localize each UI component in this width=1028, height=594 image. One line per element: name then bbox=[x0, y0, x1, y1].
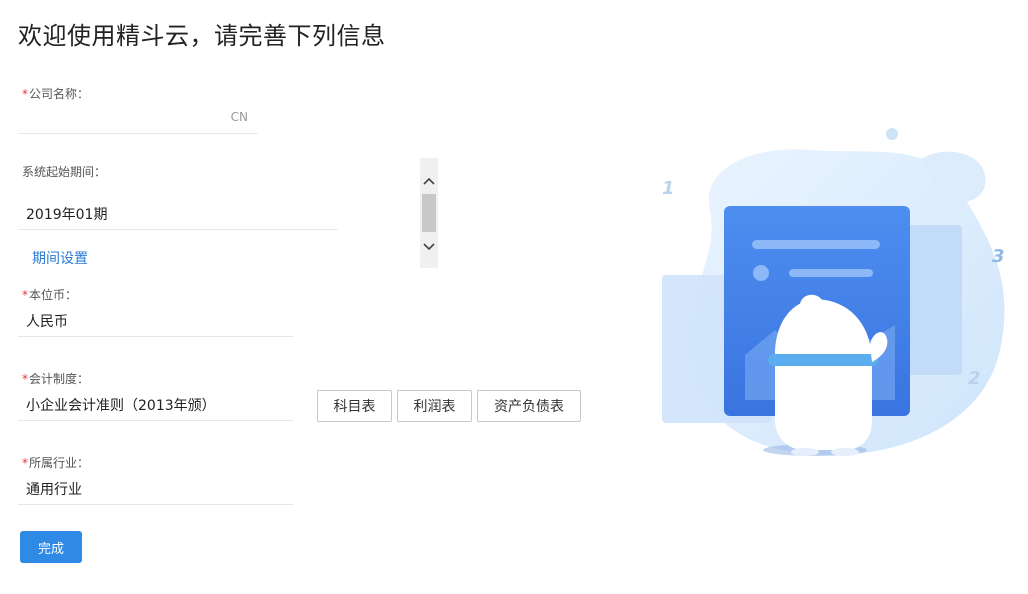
income-statement-button[interactable]: 利润表 bbox=[397, 390, 472, 422]
industry-label-text: 所属行业： bbox=[29, 456, 90, 470]
company-name-suffix: CN bbox=[230, 110, 248, 124]
mascot-illustration: 1 2 3 bbox=[640, 100, 1020, 480]
page-title: 欢迎使用精斗云，请完善下列信息 bbox=[18, 22, 386, 50]
industry-field[interactable]: 通用行业 bbox=[18, 473, 293, 505]
finish-button[interactable]: 完成 bbox=[20, 531, 82, 563]
scroll-down-icon[interactable] bbox=[420, 238, 438, 256]
required-mark: * bbox=[22, 87, 28, 101]
illustration-number-2: 2 bbox=[968, 368, 981, 389]
required-mark: * bbox=[22, 288, 28, 302]
currency-value: 人民币 bbox=[26, 314, 68, 330]
industry-value: 通用行业 bbox=[26, 482, 82, 498]
scroll-up-icon[interactable] bbox=[420, 172, 438, 190]
accounting-system-label-text: 会计制度： bbox=[29, 372, 90, 386]
start-period-value: 2019年01期 bbox=[26, 207, 108, 223]
accounting-system-label: *会计制度： bbox=[22, 370, 89, 387]
accounting-system-value: 小企业会计准则（2013年颁） bbox=[26, 398, 216, 414]
company-name-label-text: 公司名称： bbox=[29, 87, 90, 101]
required-mark: * bbox=[22, 456, 28, 470]
period-scrollbar[interactable] bbox=[420, 158, 438, 268]
required-mark: * bbox=[22, 372, 28, 386]
company-name-label: *公司名称： bbox=[22, 85, 89, 102]
chart-of-accounts-button[interactable]: 科目表 bbox=[317, 390, 392, 422]
company-name-field[interactable]: CN bbox=[18, 102, 258, 134]
accounting-system-field[interactable]: 小企业会计准则（2013年颁） bbox=[18, 389, 293, 421]
currency-label-text: 本位币： bbox=[29, 288, 78, 302]
start-period-label: 系统起始期间： bbox=[22, 163, 106, 180]
balance-sheet-button[interactable]: 资产负债表 bbox=[477, 390, 581, 422]
start-period-field[interactable]: 2019年01期 bbox=[18, 198, 338, 230]
currency-field[interactable]: 人民币 bbox=[18, 305, 293, 337]
scroll-thumb[interactable] bbox=[422, 194, 436, 232]
illustration-number-3: 3 bbox=[992, 246, 1005, 267]
start-period-label-text: 系统起始期间： bbox=[22, 165, 107, 179]
illustration-number-1: 1 bbox=[662, 178, 675, 199]
industry-label: *所属行业： bbox=[22, 454, 89, 471]
period-settings-link[interactable]: 期间设置 bbox=[32, 248, 88, 268]
currency-label: *本位币： bbox=[22, 286, 77, 303]
